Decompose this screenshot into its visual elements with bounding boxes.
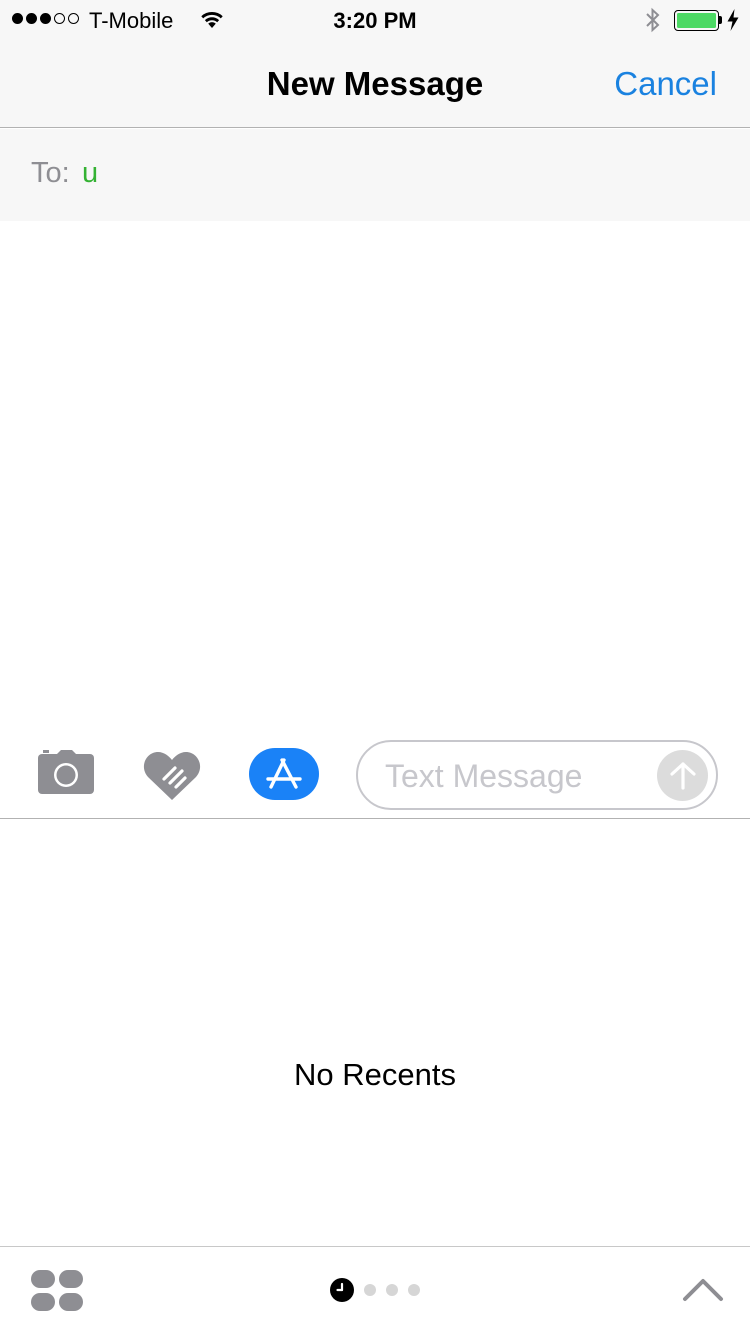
app-store-button[interactable] [249, 748, 319, 800]
page-indicator[interactable] [330, 1278, 420, 1302]
app-store-icon [266, 758, 302, 789]
to-label: To: [31, 157, 70, 189]
send-button[interactable] [657, 750, 708, 801]
message-placeholder: Text Message [385, 758, 583, 794]
empty-state-text: No Recents [294, 1057, 456, 1092]
drawer-divider [0, 1246, 750, 1247]
compose-divider [0, 818, 750, 819]
charging-bolt-icon [727, 9, 739, 31]
app-drawer-icon[interactable] [31, 1270, 83, 1311]
page-dot[interactable] [386, 1284, 398, 1296]
battery-nub [719, 16, 722, 24]
battery-icon [674, 10, 719, 31]
status-bar: T-Mobile 3:20 PM [0, 0, 750, 40]
camera-icon[interactable] [36, 750, 96, 796]
recents-clock-icon[interactable] [330, 1278, 354, 1302]
recipient-field[interactable]: To: u [0, 129, 750, 221]
clock: 3:20 PM [333, 8, 417, 33]
page-dot[interactable] [408, 1284, 420, 1296]
message-input[interactable]: Text Message [356, 740, 718, 810]
navigation-bar: New Message Cancel [0, 40, 750, 128]
page-dot[interactable] [364, 1284, 376, 1296]
send-arrow-icon [669, 761, 696, 790]
recipient-input[interactable]: u [82, 156, 98, 190]
bluetooth-icon [646, 7, 660, 33]
chevron-up-icon[interactable] [682, 1276, 724, 1302]
cancel-button[interactable]: Cancel [614, 65, 717, 103]
digital-touch-icon[interactable] [143, 751, 201, 801]
